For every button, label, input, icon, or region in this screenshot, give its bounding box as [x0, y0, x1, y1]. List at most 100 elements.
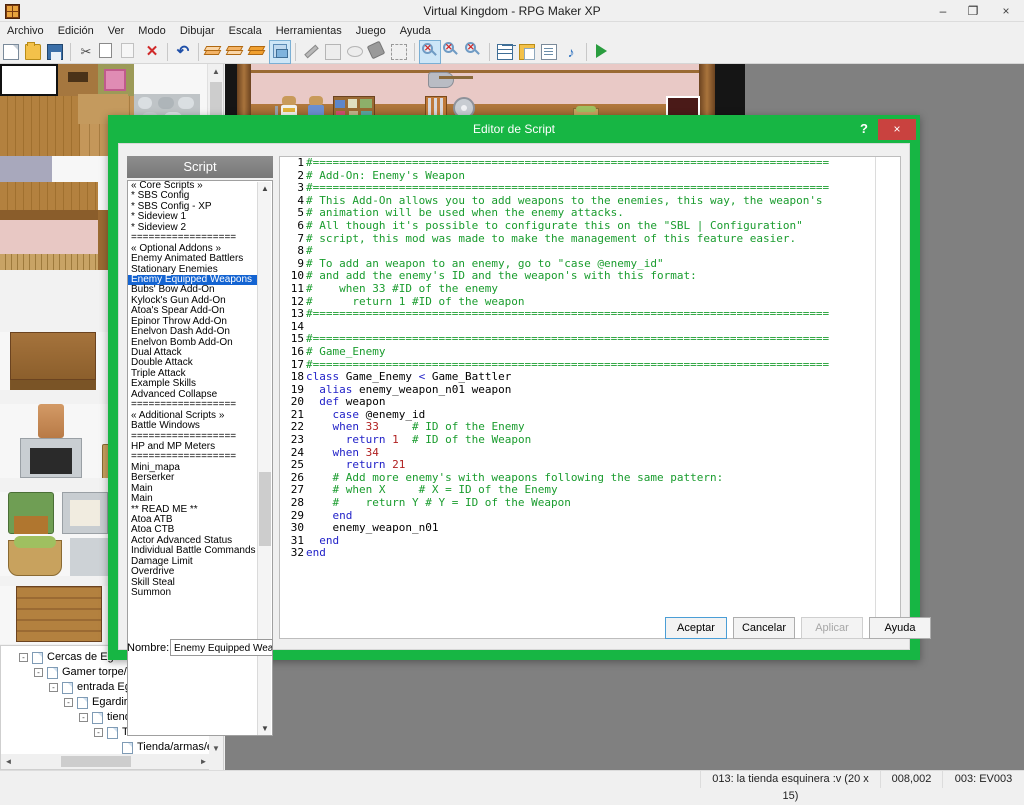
code-scrollbar[interactable]: [875, 157, 900, 638]
script-items[interactable]: « Core Scripts » * SBS Config * SBS Config…: [128, 181, 258, 599]
save-button[interactable]: [44, 40, 66, 64]
tree-scroll-left-icon[interactable]: ◄: [1, 754, 16, 769]
dialog-close-button[interactable]: ×: [878, 119, 916, 140]
fill-button[interactable]: [366, 40, 388, 64]
menu-item-ayuda[interactable]: Ayuda: [393, 22, 438, 40]
zoom-1-2-button[interactable]: ✕: [441, 40, 463, 64]
scroll-up-icon[interactable]: ▲: [208, 64, 224, 80]
script-editor-button[interactable]: [538, 40, 560, 64]
new-button[interactable]: [0, 40, 22, 64]
layer3-button[interactable]: [247, 40, 269, 64]
event-layer-button[interactable]: [269, 40, 291, 64]
code-line[interactable]: 32 end: [280, 547, 876, 560]
pencil-button[interactable]: [300, 40, 322, 64]
map-icon: [92, 712, 103, 724]
code-token: #: [306, 244, 313, 258]
help-button[interactable]: ?: [854, 120, 874, 138]
menu-item-edicion[interactable]: Edición: [51, 22, 101, 40]
zoom-1-4-button[interactable]: ✕: [463, 40, 485, 64]
delete-button[interactable]: ✕: [141, 40, 163, 64]
script-list-item-label: Example Skills: [131, 378, 197, 390]
zoom-1-1-button[interactable]: ✕: [419, 40, 441, 64]
script-list-item-label: * SBS Config: [131, 190, 190, 202]
code-token: end: [319, 533, 340, 547]
playtest-icon: [596, 44, 607, 58]
script-list-item-label: Atoa's Spear Add-On: [131, 305, 225, 317]
maximize-button[interactable]: ❐: [958, 0, 988, 22]
script-name-input[interactable]: Enemy Equipped Weapons: [170, 639, 273, 656]
tree-expander-icon[interactable]: -: [49, 683, 58, 692]
dialog-buttons: Aceptar Cancelar Aplicar Ayuda: [119, 617, 931, 641]
script-scroll-thumb[interactable]: [259, 472, 271, 546]
code-editor[interactable]: 1 #======================================…: [280, 157, 876, 638]
code-line[interactable]: 31 end: [280, 533, 876, 548]
code-line[interactable]: 13 #=====================================…: [280, 307, 876, 321]
accept-button[interactable]: Aceptar: [665, 617, 727, 639]
script-list-item[interactable]: Summon: [128, 587, 258, 598]
menu-item-modo[interactable]: Modo: [131, 22, 173, 40]
playtest-button[interactable]: [591, 40, 613, 64]
code-editor-panel[interactable]: 1 #======================================…: [279, 156, 901, 639]
tree-expander-icon[interactable]: -: [94, 728, 103, 737]
code-line-number: 11: [290, 281, 304, 295]
open-button[interactable]: [22, 40, 44, 64]
tree-expander-icon[interactable]: -: [19, 653, 28, 662]
tree-expander-icon[interactable]: -: [34, 668, 43, 677]
cancel-button[interactable]: Cancelar: [733, 617, 795, 639]
menu-item-escala[interactable]: Escala: [222, 22, 269, 40]
cut-button[interactable]: ✂: [75, 40, 97, 64]
ellipse-icon: [347, 46, 363, 57]
code-token: Game_Enemy: [339, 370, 419, 384]
tree-expander-icon[interactable]: -: [79, 713, 88, 722]
code-line-number: 28: [290, 496, 304, 510]
map-tree-node[interactable]: Tienda/armas/es: [1, 740, 219, 755]
code-token: # ID of the Weapon: [412, 433, 532, 447]
copy-button[interactable]: [97, 40, 119, 64]
close-button[interactable]: ×: [988, 0, 1024, 22]
menu-item-juego[interactable]: Juego: [349, 22, 393, 40]
toolbar-separator: [410, 40, 419, 64]
menu-item-herramientas[interactable]: Herramientas: [269, 22, 349, 40]
rectangle-button[interactable]: [322, 40, 344, 64]
code-line[interactable]: 30 enemy_weapon_n01: [280, 521, 876, 535]
sound-test-button[interactable]: ♪: [560, 40, 582, 64]
script-scroll-up-icon[interactable]: ▲: [258, 182, 272, 196]
tree-scroll-right-icon[interactable]: ►: [196, 754, 211, 769]
menu-item-archivo[interactable]: Archivo: [0, 22, 51, 40]
materials-button[interactable]: [516, 40, 538, 64]
code-token: 1: [392, 433, 399, 447]
layer1-icon: [203, 44, 222, 56]
undo-button[interactable]: ↶: [172, 40, 194, 64]
script-name-row: Nombre: Enemy Equipped Weapons: [127, 639, 327, 659]
code-token: when: [332, 445, 360, 459]
menu-item-dibujar[interactable]: Dibujar: [173, 22, 222, 40]
layer1-button[interactable]: [203, 40, 225, 64]
script-editor-dialog[interactable]: Editor de Script ? × Script « Core Scrip…: [108, 115, 931, 736]
code-line[interactable]: 28 # return Y # Y = ID of the Weapon: [280, 496, 876, 510]
zoom-1-2-icon: ✕: [443, 42, 458, 57]
map-tree-hscrollbar[interactable]: ◄ ►: [1, 754, 211, 769]
help-dialog-button[interactable]: Ayuda: [869, 617, 931, 639]
database-button[interactable]: [494, 40, 516, 64]
tree-hscroll-thumb[interactable]: [61, 756, 131, 767]
layer2-button[interactable]: [225, 40, 247, 64]
minimize-button[interactable]: –: [928, 0, 958, 22]
ellipse-button[interactable]: [344, 40, 366, 64]
menu-item-ver[interactable]: Ver: [101, 22, 132, 40]
select-button[interactable]: [388, 40, 410, 64]
tree-scroll-down-icon[interactable]: ▼: [209, 742, 223, 756]
code-line-number: 3: [297, 181, 304, 195]
tree-expander-icon[interactable]: -: [64, 698, 73, 707]
code-token: # To add an weapon to an enemy, go to "c…: [306, 256, 664, 270]
paste-button[interactable]: [119, 40, 141, 64]
script-scroll-down-icon[interactable]: ▼: [258, 722, 272, 735]
status-coordinates: 008,002: [880, 771, 942, 788]
code-line[interactable]: 7 # script, this mod was made to make the…: [280, 232, 876, 246]
